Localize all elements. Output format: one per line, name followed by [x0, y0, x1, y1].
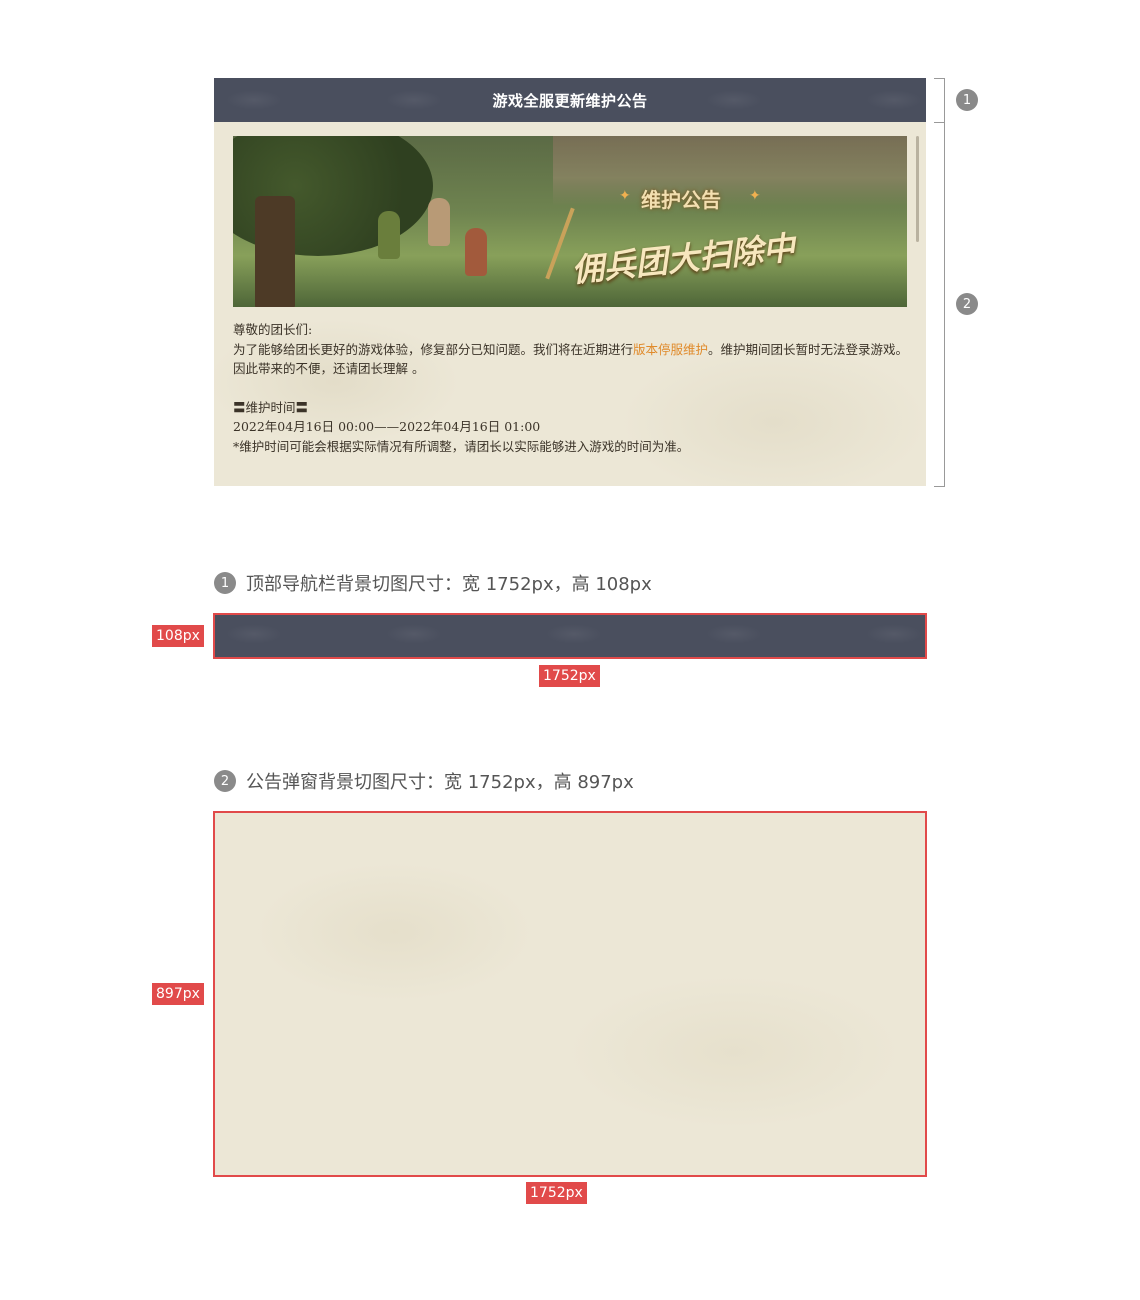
content-scrollbar[interactable]	[916, 136, 919, 242]
banner-subtitle: 维护公告	[641, 188, 721, 212]
banner-character	[428, 198, 450, 246]
nav-width-tag: 1752px	[539, 665, 600, 687]
nav-slice-label: 顶部导航栏背景切图尺寸：宽 1752px，高 108px	[246, 574, 652, 595]
popup-title: 游戏全服更新维护公告	[492, 91, 648, 110]
maintenance-highlight: 版本停服维护	[633, 341, 709, 357]
panel-bracket	[934, 122, 945, 487]
announcement-body: 为了能够给团长更好的游戏体验，修复部分已知问题。我们将在近期进行版本停服维护。维…	[233, 340, 909, 379]
broom-icon	[545, 207, 575, 280]
panel-slice-label: 公告弹窗背景切图尺寸：宽 1752px，高 897px	[246, 772, 634, 793]
panel-width-tag: 1752px	[526, 1182, 587, 1204]
nav-height-tag: 108px	[152, 625, 204, 647]
sparkle-icon: ✦	[619, 188, 631, 204]
announcement-panel: ✦ 维护公告 ✦ 佣兵团大扫除中 尊敬的团长们: 为了能够给团长更好的游戏体验，…	[214, 122, 926, 486]
spec-badge-2: 2	[214, 770, 236, 792]
greeting: 尊敬的团长们:	[233, 322, 313, 337]
panel-height-tag: 897px	[152, 983, 204, 1005]
banner-tree-trunk	[255, 196, 295, 307]
panel-slice-outline	[213, 811, 927, 1177]
panel-slice-spec: 2 公告弹窗背景切图尺寸：宽 1752px，高 897px	[214, 768, 634, 794]
marker-badge-2: 2	[956, 293, 978, 315]
time-range: 2022年04月16日 00:00——2022年04月16日 01:00	[233, 419, 541, 434]
time-heading: 〓维护时间〓	[233, 399, 309, 415]
maintenance-banner-image: ✦ 维护公告 ✦ 佣兵团大扫除中	[233, 136, 907, 307]
nav-slice-outline	[213, 613, 927, 659]
popup-nav-bar: 游戏全服更新维护公告	[214, 78, 926, 122]
time-note: *维护时间可能会根据实际情况有所调整，请团长以实际能够进入游戏的时间为准。	[233, 438, 690, 454]
nav-slice-spec: 1 顶部导航栏背景切图尺寸：宽 1752px，高 108px	[214, 570, 652, 596]
announcement-content: 尊敬的团长们: 为了能够给团长更好的游戏体验，修复部分已知问题。我们将在近期进行…	[233, 320, 909, 456]
banner-character	[378, 211, 400, 259]
marker-badge-1: 1	[956, 89, 978, 111]
banner-village	[553, 136, 907, 206]
nav-bracket	[934, 78, 945, 123]
spec-badge-1: 1	[214, 572, 236, 594]
banner-title: 佣兵团大扫除中	[569, 228, 797, 290]
banner-character	[465, 228, 487, 276]
body-text: 为了能够给团长更好的游戏体验，修复部分已知问题。我们将在近期进行	[233, 341, 634, 357]
sparkle-icon: ✦	[749, 188, 761, 204]
